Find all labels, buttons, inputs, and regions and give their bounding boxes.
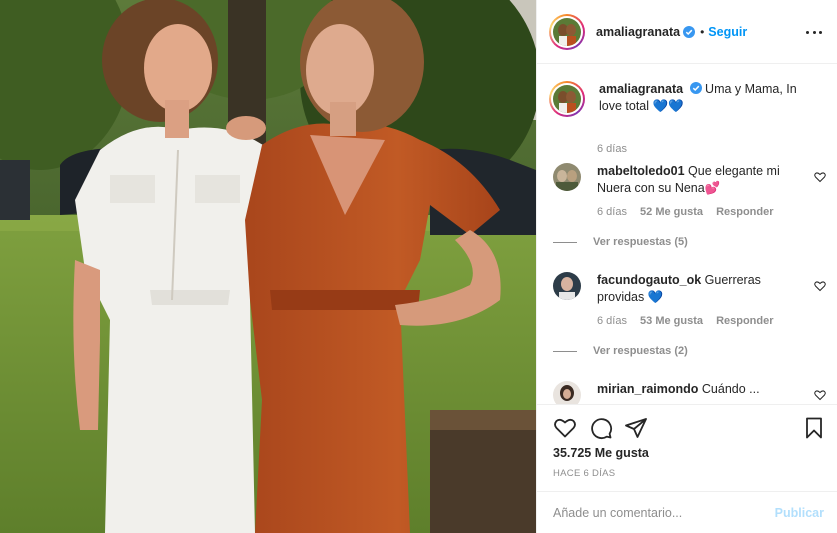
- post-like-count[interactable]: 35.725 Me gusta: [553, 446, 649, 460]
- comment-meta: 6 días 52 Me gusta Responder: [597, 206, 774, 218]
- comment-text-block: facundogauto_ok Guerreras providas 💙: [597, 272, 797, 306]
- comment-text-block: mabeltoledo01 Que elegante mi Nuera con …: [597, 163, 797, 197]
- comment-time[interactable]: 6 días: [597, 315, 627, 327]
- comment-username[interactable]: mirian_raimondo: [597, 382, 698, 396]
- caption-time[interactable]: 6 días: [597, 143, 627, 155]
- comment-avatar[interactable]: [553, 381, 581, 404]
- post-header: amaliagranata • Seguir: [537, 0, 837, 64]
- share-icon[interactable]: [624, 416, 648, 440]
- add-comment-bar: Publicar: [537, 491, 837, 533]
- bookmark-icon[interactable]: [802, 416, 826, 440]
- comments-list[interactable]: amaliagranata Uma y Mama, In love total …: [537, 65, 837, 404]
- caption-username[interactable]: amaliagranata: [599, 82, 683, 96]
- comment-time[interactable]: 6 días: [597, 206, 627, 218]
- view-replies-button[interactable]: Ver respuestas (2): [553, 345, 688, 357]
- comment-username[interactable]: mabeltoledo01: [597, 164, 685, 178]
- comment-meta: 6 días 53 Me gusta Responder: [597, 315, 774, 327]
- post-photo-image: [0, 0, 536, 533]
- verified-badge-icon: [689, 82, 702, 94]
- post-timestamp[interactable]: HACE 6 DÍAS: [553, 468, 615, 479]
- author-avatar[interactable]: [549, 13, 585, 50]
- heart-icon[interactable]: [553, 416, 577, 440]
- caption-text-block: amaliagranata Uma y Mama, In love total …: [599, 81, 819, 117]
- author-username[interactable]: amaliagranata: [596, 25, 680, 39]
- comment-item: mirian_raimondo Cuándo ...: [553, 381, 828, 404]
- view-replies-label: Ver respuestas (5): [593, 236, 688, 248]
- comment-text-block: mirian_raimondo Cuándo ...: [597, 381, 797, 398]
- post-photo[interactable]: [0, 0, 536, 533]
- publish-button[interactable]: Publicar: [775, 506, 824, 520]
- comment-like-heart-icon[interactable]: [814, 280, 826, 292]
- comment-reply-button[interactable]: Responder: [716, 206, 773, 218]
- comment-avatar-image: [553, 163, 581, 191]
- comment-like-heart-icon[interactable]: [814, 389, 826, 401]
- comment-text: Cuándo ...: [701, 382, 760, 396]
- follow-button[interactable]: Seguir: [708, 25, 747, 39]
- replies-divider-line: [553, 350, 577, 352]
- add-comment-input[interactable]: [553, 505, 753, 520]
- post-caption: amaliagranata Uma y Mama, In love total …: [549, 81, 829, 155]
- caption-avatar-image: [553, 85, 581, 113]
- view-replies-label: Ver respuestas (2): [593, 345, 688, 357]
- comment-likes[interactable]: 53 Me gusta: [640, 315, 703, 327]
- comment-item: mabeltoledo01 Que elegante mi Nuera con …: [553, 163, 828, 263]
- comment-item: facundogauto_ok Guerreras providas 💙 6 d…: [553, 272, 828, 372]
- separator-dot: •: [700, 24, 705, 39]
- replies-divider-line: [553, 241, 577, 243]
- comment-avatar-image: [553, 272, 581, 300]
- post-side-panel: amaliagranata • Seguir amaliagranata Uma…: [536, 0, 837, 533]
- comment-icon[interactable]: [589, 416, 613, 440]
- author-avatar-image: [553, 17, 581, 46]
- comment-avatar-image: [553, 381, 581, 404]
- comment-avatar[interactable]: [553, 272, 581, 300]
- caption-author-avatar[interactable]: [549, 81, 585, 117]
- comment-username[interactable]: facundogauto_ok: [597, 273, 701, 287]
- comment-like-heart-icon[interactable]: [814, 171, 826, 183]
- view-replies-button[interactable]: Ver respuestas (5): [553, 236, 688, 248]
- more-options-icon[interactable]: [806, 24, 822, 40]
- post-action-bar: [537, 404, 837, 452]
- verified-badge-icon: [683, 25, 696, 38]
- post-modal: amaliagranata • Seguir amaliagranata Uma…: [0, 0, 837, 533]
- comment-reply-button[interactable]: Responder: [716, 315, 773, 327]
- comment-avatar[interactable]: [553, 163, 581, 191]
- comment-likes[interactable]: 52 Me gusta: [640, 206, 703, 218]
